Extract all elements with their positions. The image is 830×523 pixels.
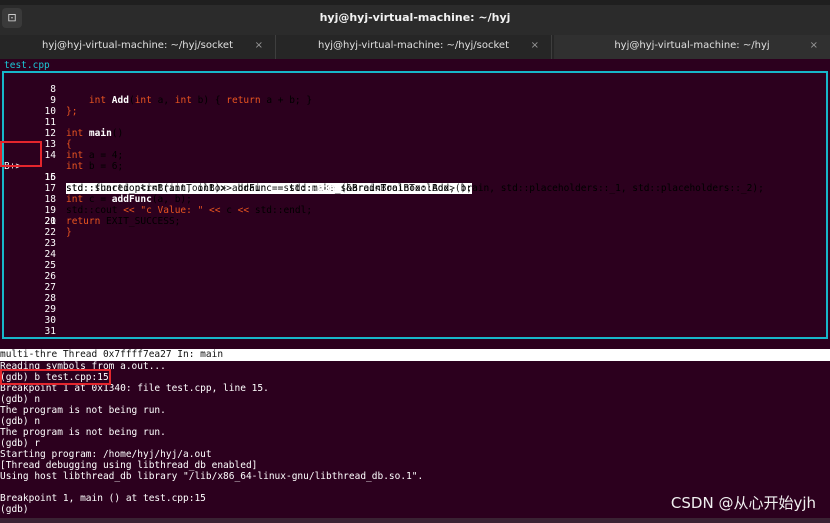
source-line: 28 xyxy=(4,293,826,304)
source-frame-header xyxy=(0,59,830,71)
console-line: The program is not being run. xyxy=(0,427,166,438)
source-line: 25 xyxy=(4,260,826,271)
source-window[interactable]: 8 int Add(int a, int b) { return a + b; … xyxy=(2,71,828,339)
watermark: CSDN @从心开始yjh xyxy=(670,494,816,512)
source-line: 11 int main() xyxy=(4,106,826,139)
source-line: 16 std::function<int(int, int)> addFunc … xyxy=(4,161,826,194)
window-title: hyj@hyj-virtual-machine: ~/hyj xyxy=(319,11,511,24)
source-line: 23 xyxy=(4,238,826,249)
line-number: 29 xyxy=(44,304,56,315)
tab-hyj[interactable]: hyj@hyj-virtual-machine: ~/hyj × xyxy=(554,35,830,61)
title-strip xyxy=(0,0,830,5)
command-annotation-box xyxy=(0,369,111,385)
line-number: 24 xyxy=(44,249,56,260)
source-line-current: B+> 15 std::shared_ptr<BrainToolBox> bra… xyxy=(4,150,826,194)
source-line: 20 } xyxy=(4,205,826,238)
bottom-edge xyxy=(0,518,830,523)
source-line: 26 xyxy=(4,271,826,282)
source-line: 9 }; xyxy=(4,84,826,117)
breakpoint-annotation-box xyxy=(0,141,42,167)
source-line: 31 xyxy=(4,326,826,337)
console-line: Using host libthread_db library "/lib/x8… xyxy=(0,471,424,482)
tab-socket-2[interactable]: hyj@hyj-virtual-machine: ~/hyj/socket × xyxy=(276,35,552,59)
close-icon[interactable]: × xyxy=(255,35,263,57)
gdb-status-bar: multi-thre Thread 0x7ffff7ea27 In: main xyxy=(0,349,830,361)
source-filename: test.cpp xyxy=(4,60,50,71)
line-number: 31 xyxy=(44,326,56,337)
source-line: 10 xyxy=(4,95,826,117)
line-number: 27 xyxy=(44,282,56,293)
source-line: 12 { xyxy=(4,117,826,150)
source-line: 13 int a = 4; xyxy=(4,128,826,161)
console-line: Breakpoint 1, main () at test.cpp:15 xyxy=(0,493,206,504)
source-line: 17 int c = addFunc(a, b); xyxy=(4,172,826,205)
tab-socket-1[interactable]: hyj@hyj-virtual-machine: ~/hyj/socket × xyxy=(0,35,276,59)
source-line: 18 std::cout << "c Value: " << c << std:… xyxy=(4,183,826,216)
line-number: 23 xyxy=(44,238,56,249)
console-prompt[interactable]: (gdb) xyxy=(0,504,29,515)
tab-label: hyj@hyj-virtual-machine: ~/hyj/socket xyxy=(318,40,509,51)
source-line: 14 int b = 6; xyxy=(4,139,826,172)
source-line: 29 xyxy=(4,304,826,315)
line-number: 25 xyxy=(44,260,56,271)
console-line: Starting program: /home/hyj/hyj/a.out xyxy=(0,449,212,460)
source-line: 19 return EXIT_SUCCESS; xyxy=(4,194,826,227)
close-icon[interactable]: × xyxy=(531,35,539,57)
window-titlebar: ⊡ hyj@hyj-virtual-machine: ~/hyj xyxy=(0,0,830,35)
line-number: 30 xyxy=(44,315,56,326)
close-icon[interactable]: × xyxy=(810,35,818,57)
console-line: (gdb) r xyxy=(0,438,41,449)
console-line: (gdb) n xyxy=(0,416,41,427)
line-number: 21 xyxy=(44,216,56,227)
line-number: 26 xyxy=(44,271,56,282)
source-line: 30 xyxy=(4,315,826,326)
console-line: [Thread debugging using libthread_db ena… xyxy=(0,460,258,471)
source-line: 8 int Add(int a, int b) { return a + b; … xyxy=(4,73,826,106)
source-line: 27 xyxy=(4,282,826,293)
source-line: 21 xyxy=(4,216,826,227)
source-line: 24 xyxy=(4,249,826,260)
console-line: The program is not being run. xyxy=(0,405,166,416)
line-number: 22 xyxy=(44,227,56,238)
console-line: (gdb) n xyxy=(0,394,41,405)
tab-bar: hyj@hyj-virtual-machine: ~/hyj/socket × … xyxy=(0,35,830,61)
tab-label: hyj@hyj-virtual-machine: ~/hyj xyxy=(614,40,770,51)
tab-label: hyj@hyj-virtual-machine: ~/hyj/socket xyxy=(42,40,233,51)
source-line: 22 xyxy=(4,227,826,238)
line-number: 28 xyxy=(44,293,56,304)
